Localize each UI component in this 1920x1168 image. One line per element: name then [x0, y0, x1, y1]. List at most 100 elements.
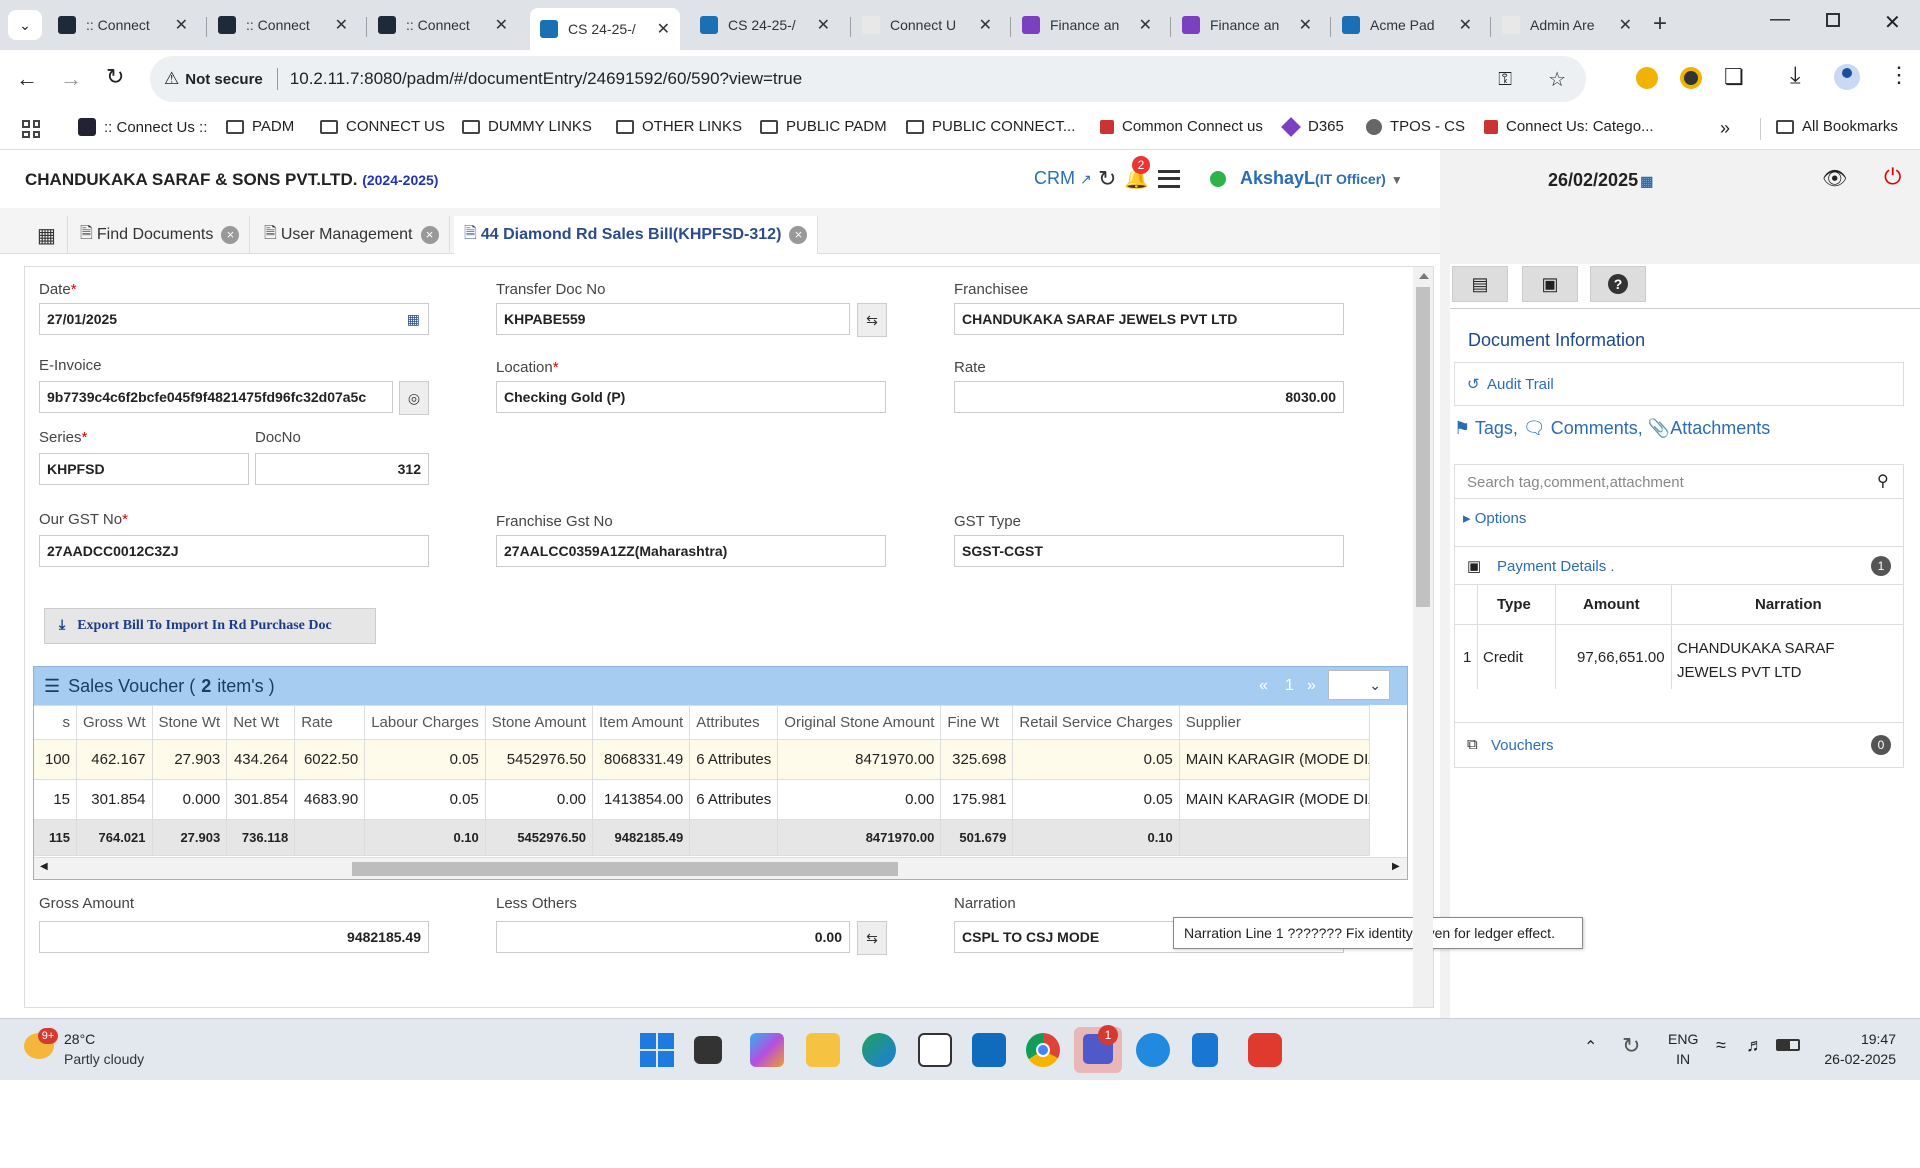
column-header[interactable]: Stone Wt: [151, 705, 228, 740]
pager-page[interactable]: 1: [1285, 677, 1294, 695]
search-icon[interactable]: ⚲: [1877, 471, 1889, 491]
notepad-icon[interactable]: [1192, 1033, 1218, 1067]
user-menu[interactable]: AkshayL(IT Officer) ▼: [1240, 168, 1403, 189]
apps-grid-icon[interactable]: [22, 120, 40, 138]
pager-next[interactable]: »: [1307, 677, 1316, 695]
calendar-icon[interactable]: ▦: [407, 311, 420, 328]
export-bill-button[interactable]: ⤓ Export Bill To Import In Rd Purchase Do…: [44, 608, 376, 644]
bookmark-folder-connect-us[interactable]: CONNECT US: [320, 118, 445, 135]
audit-trail-link[interactable]: Audit Trail: [1487, 376, 1554, 393]
browser-tab[interactable]: CS 24-25-/ ✕: [690, 8, 840, 42]
file-explorer-icon[interactable]: [806, 1033, 840, 1067]
browser-tab[interactable]: :: Connect ✕: [368, 8, 518, 42]
help-icon[interactable]: ?: [1590, 266, 1646, 302]
close-tab-icon[interactable]: ×: [221, 226, 240, 244]
browser-tab[interactable]: Admin Are ✕: [1492, 8, 1642, 42]
restore-icon[interactable]: [1826, 13, 1840, 27]
close-tab-icon[interactable]: ✕: [1299, 15, 1312, 35]
scrollbar-thumb[interactable]: [352, 862, 898, 876]
refresh-icon[interactable]: ↻: [1098, 166, 1116, 192]
column-header[interactable]: Gross Wt: [76, 705, 153, 740]
bookmark-common-connect[interactable]: Common Connect us: [1100, 118, 1263, 135]
vouchers-link[interactable]: Vouchers: [1491, 737, 1554, 754]
url-text[interactable]: 10.2.11.7:8080/padm/#/documentEntry/2469…: [290, 69, 802, 89]
phone-icon[interactable]: [1136, 1033, 1170, 1067]
reload-icon[interactable]: ↻: [106, 64, 124, 90]
column-header[interactable]: Item Amount: [592, 705, 691, 740]
all-bookmarks-button[interactable]: All Bookmarks: [1776, 118, 1898, 135]
bookmark-d365[interactable]: D365: [1281, 116, 1344, 137]
payment-details-link[interactable]: Payment Details .: [1497, 558, 1615, 575]
scroll-right-icon[interactable]: ▶: [1392, 861, 1400, 872]
list-view-icon[interactable]: ▤: [1452, 266, 1508, 302]
tab-find-documents[interactable]: 🗎 Find Documents ×: [70, 216, 251, 254]
browser-tab[interactable]: CS 24-25-/ ✕: [530, 8, 680, 50]
omnibox[interactable]: ⚠ Not secure 10.2.11.7:8080/padm/#/docum…: [150, 56, 1586, 102]
column-header[interactable]: Labour Charges: [364, 705, 486, 740]
date-input[interactable]: 27/01/2025 ▦: [39, 303, 429, 335]
scroll-left-icon[interactable]: ◀: [40, 861, 48, 872]
module-grid-icon[interactable]: ▦: [26, 216, 68, 254]
column-header[interactable]: Fine Wt: [940, 705, 1014, 740]
options-toggle[interactable]: ▸ Options: [1463, 509, 1526, 527]
column-header[interactable]: Attributes: [689, 705, 779, 740]
transfer-lookup-button[interactable]: ⇆: [857, 303, 887, 337]
column-header[interactable]: Stone Amount: [484, 705, 594, 740]
comments-link[interactable]: Comments,: [1551, 418, 1643, 438]
clock[interactable]: 19:47 26-02-2025: [1818, 1031, 1896, 1067]
horizontal-scrollbar[interactable]: ◀ ▶: [34, 857, 1407, 879]
gross-amount-input[interactable]: 9482185.49: [39, 921, 429, 953]
page-size-select[interactable]: ⌄: [1328, 670, 1390, 700]
new-tab-button[interactable]: +: [1653, 10, 1667, 38]
gst-input[interactable]: 27AADCC0012C3ZJ: [39, 535, 429, 567]
wps-icon[interactable]: [1248, 1033, 1282, 1067]
table-row[interactable]: 100 462.167 27.903 434.264 6022.50 0.05 545297…: [34, 739, 1370, 780]
browser-tab[interactable]: :: Connect ✕: [208, 8, 358, 42]
tab-user-management[interactable]: 🗎 User Management ×: [254, 216, 450, 254]
close-tab-icon[interactable]: ✕: [1459, 15, 1472, 35]
rate-input[interactable]: 8030.00: [954, 381, 1344, 413]
browser-tab[interactable]: :: Connect ✕: [48, 8, 198, 42]
browser-tab[interactable]: Finance an ✕: [1172, 8, 1322, 42]
temperature[interactable]: 28°C: [64, 1031, 95, 1047]
less-others-input[interactable]: 0.00: [496, 921, 850, 953]
tag-search-input[interactable]: Search tag,comment,attachment ⚲: [1455, 465, 1903, 499]
einvoice-input[interactable]: 9b7739c4c6f2bcfe045f9f4821475fd96fc32d07…: [39, 381, 393, 413]
column-header[interactable]: Original Stone Amount: [777, 705, 942, 740]
close-tab-icon[interactable]: ✕: [979, 15, 992, 35]
docno-input[interactable]: 312: [255, 453, 429, 485]
bookmark-folder-public-connect[interactable]: PUBLIC CONNECT...: [906, 118, 1075, 135]
current-date[interactable]: 26/02/2025 ▦: [1548, 170, 1653, 191]
outlook-icon[interactable]: [972, 1033, 1006, 1067]
copilot-icon[interactable]: [750, 1033, 784, 1067]
forward-icon[interactable]: →: [60, 66, 82, 92]
key-icon[interactable]: ⚿: [1498, 69, 1512, 90]
close-tab-icon[interactable]: ✕: [817, 15, 830, 35]
close-tab-icon[interactable]: ✕: [657, 19, 670, 39]
puzzle-icon[interactable]: ❏: [1724, 64, 1744, 90]
volume-icon[interactable]: ♬: [1746, 1035, 1764, 1056]
tab-search-chevron-icon[interactable]: ⌄: [8, 10, 42, 40]
franchisee-input[interactable]: CHANDUKAKA SARAF JEWELS PVT LTD: [954, 303, 1344, 335]
bookmark-folder-public-padm[interactable]: PUBLIC PADM: [760, 118, 887, 135]
close-tab-icon[interactable]: ✕: [1619, 15, 1632, 35]
location-input[interactable]: Checking Gold (P): [496, 381, 886, 413]
power-icon[interactable]: ⏻: [1884, 164, 1901, 190]
bookmark-folder-other-links[interactable]: OTHER LINKS: [616, 118, 742, 135]
less-others-button[interactable]: ⇆: [857, 921, 887, 955]
column-header[interactable]: s: [34, 705, 77, 740]
close-tab-icon[interactable]: ✕: [335, 15, 348, 35]
sync-icon[interactable]: ↻: [1622, 1033, 1640, 1059]
vertical-scrollbar[interactable]: [1413, 267, 1433, 1007]
table-row[interactable]: 15 301.854 0.000 301.854 4683.90 0.05 0.00 1413…: [34, 779, 1370, 820]
wifi-icon[interactable]: ≈: [1716, 1035, 1726, 1056]
series-input[interactable]: KHPFSD: [39, 453, 249, 485]
browser-tab[interactable]: Acme Pad ✕: [1332, 8, 1482, 42]
minimize-icon[interactable]: —: [1770, 8, 1790, 31]
weather-description[interactable]: Partly cloudy: [64, 1051, 144, 1067]
more-bookmarks-button[interactable]: »: [1720, 118, 1730, 139]
close-tab-icon[interactable]: ×: [420, 226, 439, 244]
bookmark-connect-us[interactable]: :: Connect Us ::: [78, 118, 207, 136]
edge-icon[interactable]: [862, 1033, 896, 1067]
audit-trail-card[interactable]: ↺ Audit Trail: [1454, 362, 1904, 406]
